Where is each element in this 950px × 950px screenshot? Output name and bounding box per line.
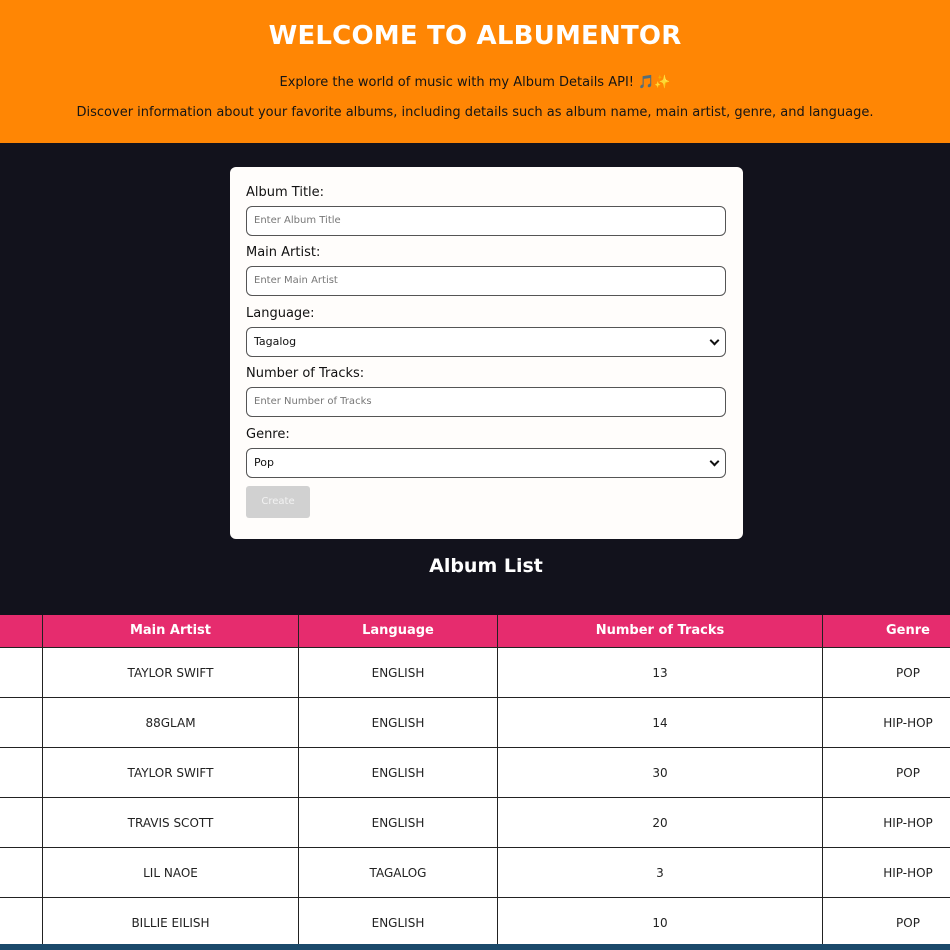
table-row[interactable]: LIL NAOE TAGALOG 3 HIP-HOP: [0, 847, 950, 897]
cell-tracks: 10: [652, 916, 668, 930]
chevron-down-icon: [709, 335, 720, 346]
genre-label: Genre:: [246, 427, 290, 442]
table-row[interactable]: TAYLOR SWIFT ENGLISH 13 POP: [0, 647, 950, 697]
cell-tracks: 20: [652, 816, 668, 830]
table-row[interactable]: TRAVIS SCOTT ENGLISH 20 HIP-HOP: [0, 797, 950, 847]
page-title: WELCOME TO ALBUMENTOR: [268, 21, 682, 51]
table-body: TAYLOR SWIFT ENGLISH 13 POP 88GLAM ENGLI…: [0, 647, 950, 945]
column-header-tracks[interactable]: Number of Tracks: [498, 615, 822, 647]
cell-genre: HIP-HOP: [883, 866, 933, 880]
cell-artist: LIL NAOE: [143, 866, 198, 880]
album-list-title: Album List: [429, 555, 543, 577]
cell-language: ENGLISH: [371, 916, 425, 930]
cell-artist: 88GLAM: [145, 716, 196, 730]
language-select[interactable]: Tagalog: [246, 327, 726, 357]
table-row[interactable]: BILLIE EILISH ENGLISH 10 POP: [0, 897, 950, 947]
page-subtitle: Explore the world of music with my Album…: [279, 75, 671, 90]
tracks-input[interactable]: Enter Number of Tracks: [246, 387, 726, 417]
column-header-language[interactable]: Language: [299, 615, 497, 647]
page-header: WELCOME TO ALBUMENTOR Explore the world …: [0, 0, 950, 143]
language-label: Language:: [246, 306, 315, 321]
album-title-input[interactable]: Enter Album Title: [246, 206, 726, 236]
language-select-value: Tagalog: [254, 335, 297, 348]
genre-select-value: Pop: [254, 456, 274, 469]
cell-language: ENGLISH: [371, 816, 425, 830]
cell-genre: POP: [896, 916, 920, 930]
cell-genre: HIP-HOP: [883, 816, 933, 830]
main-artist-input[interactable]: Enter Main Artist: [246, 266, 726, 296]
create-button[interactable]: Create: [246, 486, 310, 518]
cell-artist: TRAVIS SCOTT: [127, 816, 214, 830]
cell-tracks: 13: [652, 666, 668, 680]
column-divider: [298, 615, 299, 945]
cell-artist: TAYLOR SWIFT: [127, 766, 214, 780]
cell-genre: HIP-HOP: [883, 716, 933, 730]
main-artist-label: Main Artist:: [246, 245, 321, 260]
album-title-label: Album Title:: [246, 185, 325, 200]
column-divider: [42, 615, 43, 945]
column-divider: [822, 615, 823, 945]
cell-genre: POP: [896, 766, 920, 780]
cell-language: TAGALOG: [369, 866, 427, 880]
table-row[interactable]: 88GLAM ENGLISH 14 HIP-HOP: [0, 697, 950, 747]
album-table: Main Artist Language Number of Tracks Ge…: [0, 615, 950, 950]
genre-select[interactable]: Pop: [246, 448, 726, 478]
cell-tracks: 14: [652, 716, 668, 730]
cell-tracks: 30: [652, 766, 668, 780]
cell-tracks: 3: [656, 866, 664, 880]
cell-artist: TAYLOR SWIFT: [127, 666, 214, 680]
cell-language: ENGLISH: [371, 716, 425, 730]
cell-language: ENGLISH: [371, 766, 425, 780]
column-header-main-artist[interactable]: Main Artist: [43, 615, 298, 647]
tracks-label: Number of Tracks:: [246, 366, 365, 381]
page-description: Discover information about your favorite…: [76, 105, 874, 120]
table-header: Main Artist Language Number of Tracks Ge…: [0, 615, 950, 647]
footer-bar: [0, 944, 950, 950]
cell-genre: POP: [896, 666, 920, 680]
chevron-down-icon: [709, 456, 720, 467]
cell-language: ENGLISH: [371, 666, 425, 680]
column-divider: [497, 615, 498, 945]
column-header-genre[interactable]: Genre: [823, 615, 950, 647]
cell-artist: BILLIE EILISH: [131, 916, 210, 930]
album-form: Album Title: Enter Album Title Main Arti…: [230, 167, 743, 539]
table-row[interactable]: TAYLOR SWIFT ENGLISH 30 POP: [0, 747, 950, 797]
